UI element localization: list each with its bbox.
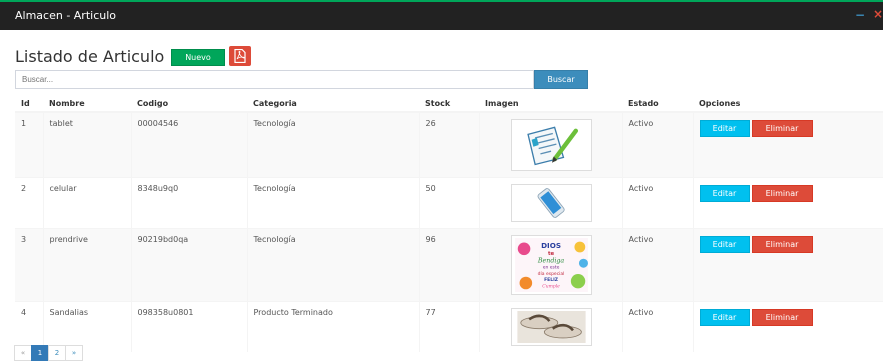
pagination-prev[interactable]: « bbox=[14, 345, 32, 361]
pagination-next[interactable]: » bbox=[65, 345, 83, 361]
greeting-card-image: DIOS te Bendiga en este día especial FEL… bbox=[510, 235, 592, 295]
cell-id: 1 bbox=[15, 111, 43, 178]
cell-nombre: prendrive bbox=[42, 228, 131, 302]
table-row: 3 prendrive 90219bd0qa Tecnología 96 DIO… bbox=[15, 228, 883, 302]
cell-stock: 96 bbox=[418, 228, 479, 302]
cell-stock: 50 bbox=[418, 177, 479, 229]
pagination: « 1 2 » bbox=[14, 345, 83, 361]
cell-nombre: celular bbox=[42, 177, 131, 229]
column-header-stock[interactable]: Stock bbox=[419, 95, 479, 113]
table-row: 2 celular 8348u9q0 Tecnología 50 Activo … bbox=[15, 177, 883, 229]
cell-categoria: Tecnología bbox=[246, 111, 419, 178]
table-header-row: Id Nombre Codigo Categoria Stock Imagen … bbox=[15, 95, 883, 113]
column-header-categoria[interactable]: Categoria bbox=[247, 95, 419, 113]
sandals-image bbox=[510, 308, 592, 346]
cell-imagen: DIOS te Bendiga en este día especial FEL… bbox=[478, 228, 622, 302]
eliminar-button[interactable]: Eliminar bbox=[751, 120, 813, 137]
pagination-page-1[interactable]: 1 bbox=[31, 345, 49, 361]
column-header-id[interactable]: Id bbox=[15, 95, 43, 113]
cell-codigo: 8348u9q0 bbox=[130, 177, 247, 229]
minimize-icon[interactable]: − bbox=[855, 8, 865, 22]
card-text-en-este: en este bbox=[542, 265, 559, 271]
cell-id: 2 bbox=[15, 177, 43, 229]
column-header-opciones[interactable]: Opciones bbox=[693, 95, 883, 113]
cell-id: 3 bbox=[15, 228, 43, 302]
cell-codigo: 00004546 bbox=[130, 111, 247, 178]
cell-opciones: Editar Eliminar bbox=[692, 111, 883, 178]
column-header-nombre[interactable]: Nombre bbox=[43, 95, 131, 113]
cell-imagen bbox=[478, 111, 622, 178]
pdf-file-icon bbox=[234, 49, 246, 63]
cell-categoria: Tecnología bbox=[246, 228, 419, 302]
table-row: 1 tablet 00004546 Tecnología 26 Activo E… bbox=[15, 111, 883, 178]
column-header-imagen[interactable]: Imagen bbox=[479, 95, 622, 113]
window-titlebar: Almacen - Articulo − × bbox=[0, 0, 883, 30]
card-text-dios: DIOS bbox=[541, 241, 561, 250]
column-header-estado[interactable]: Estado bbox=[622, 95, 693, 113]
cell-estado: Activo bbox=[621, 301, 693, 352]
close-icon[interactable]: × bbox=[873, 7, 883, 21]
cell-estado: Activo bbox=[621, 177, 693, 229]
card-text-cumple: Cumple bbox=[542, 284, 560, 290]
cell-opciones: Editar Eliminar bbox=[692, 177, 883, 229]
editar-button[interactable]: Editar bbox=[699, 309, 750, 326]
cell-nombre: tablet bbox=[42, 111, 131, 178]
cell-categoria: Producto Terminado bbox=[246, 301, 419, 352]
cell-categoria: Tecnología bbox=[246, 177, 419, 229]
window-title: Almacen - Articulo bbox=[15, 9, 117, 22]
cellphone-image bbox=[510, 184, 592, 222]
pdf-button[interactable] bbox=[229, 46, 251, 66]
cell-stock: 26 bbox=[418, 111, 479, 178]
cell-codigo: 098358u0801 bbox=[130, 301, 247, 352]
card-text-te: te bbox=[547, 251, 554, 257]
cell-imagen bbox=[478, 177, 622, 229]
editar-button[interactable]: Editar bbox=[699, 236, 750, 253]
eliminar-button[interactable]: Eliminar bbox=[751, 309, 813, 326]
eliminar-button[interactable]: Eliminar bbox=[751, 185, 813, 202]
card-text-feliz: FELIZ bbox=[544, 277, 559, 283]
editar-button[interactable]: Editar bbox=[699, 185, 750, 202]
column-header-codigo[interactable]: Codigo bbox=[131, 95, 247, 113]
cell-stock: 77 bbox=[418, 301, 479, 352]
card-text-bendiga: Bendiga bbox=[536, 257, 563, 264]
editar-button[interactable]: Editar bbox=[699, 120, 750, 137]
cell-codigo: 90219bd0qa bbox=[130, 228, 247, 302]
table-row: 4 Sandalias 098358u0801 Producto Termina… bbox=[15, 301, 883, 352]
document-pencil-image bbox=[510, 119, 592, 171]
nuevo-button[interactable]: Nuevo bbox=[171, 49, 225, 66]
cell-opciones: Editar Eliminar bbox=[692, 228, 883, 302]
cell-opciones: Editar Eliminar bbox=[692, 301, 883, 352]
pagination-page-2[interactable]: 2 bbox=[48, 345, 66, 361]
cell-estado: Activo bbox=[621, 111, 693, 178]
search-input[interactable] bbox=[15, 70, 534, 89]
articulos-table: Id Nombre Codigo Categoria Stock Imagen … bbox=[15, 95, 883, 352]
eliminar-button[interactable]: Eliminar bbox=[751, 236, 813, 253]
cell-imagen bbox=[478, 301, 622, 352]
cell-estado: Activo bbox=[621, 228, 693, 302]
page-title: Listado de Articulo bbox=[15, 47, 165, 66]
buscar-button[interactable]: Buscar bbox=[534, 70, 588, 89]
